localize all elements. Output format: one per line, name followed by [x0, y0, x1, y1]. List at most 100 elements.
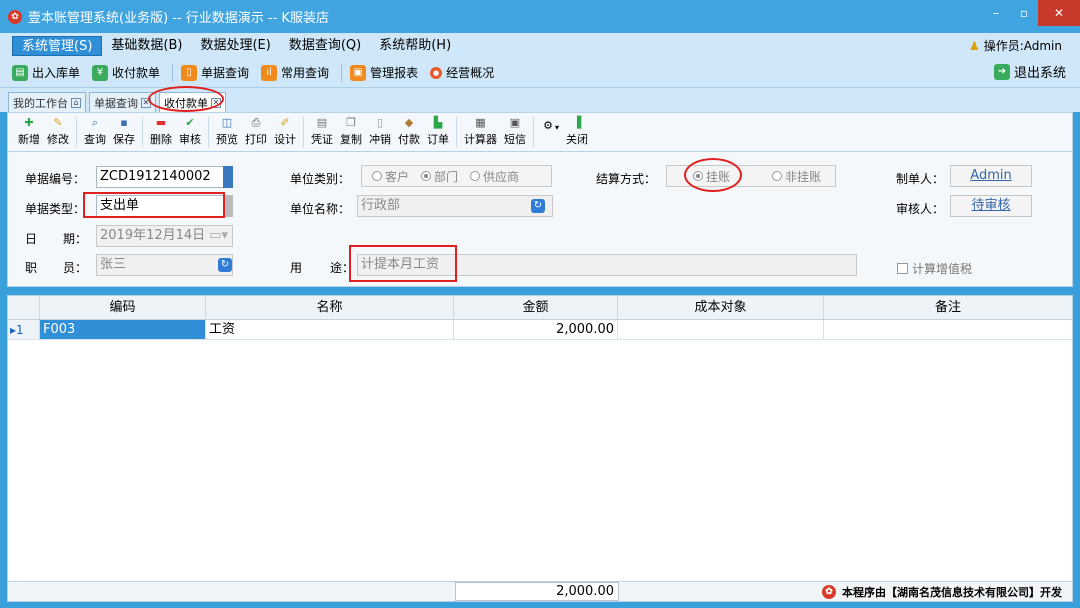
total-amount: 2,000.00	[455, 582, 619, 601]
maker-field[interactable]: Admin	[950, 165, 1032, 187]
radio-supplier[interactable]: 供应商	[470, 168, 519, 185]
tab-receipt-payment-label: 收付款单	[164, 96, 208, 110]
doc-query-icon: ▯	[181, 64, 198, 81]
copy-icon: ❐	[346, 116, 356, 129]
offset-button[interactable]: ▯ 冲销	[369, 117, 391, 147]
maximize-button[interactable]: ▫	[1010, 0, 1038, 26]
delete-button[interactable]: ▬ 删除	[150, 117, 172, 147]
cell-amount[interactable]: 2,000.00	[454, 320, 618, 339]
date-field[interactable]: 2019年12月14日 ▭▾	[96, 225, 233, 247]
tab-workbench[interactable]: 我的工作台 ⌂	[8, 92, 86, 112]
separator	[208, 117, 209, 147]
calculator-button[interactable]: ▦ 计算器	[464, 117, 497, 147]
separator	[76, 117, 77, 147]
menu-data-query[interactable]: 数据查询(Q)	[280, 36, 370, 56]
tab-doc-query[interactable]: 单据查询 ✕	[89, 92, 156, 112]
radio-on-account[interactable]: 挂账	[693, 168, 730, 185]
cell-cost-object[interactable]	[618, 320, 824, 339]
stock-doc-icon: ▤	[12, 64, 28, 81]
operator-label: 操作员:Admin	[983, 39, 1062, 53]
user-icon: ♟	[968, 38, 980, 53]
minimize-button[interactable]: –	[982, 0, 1010, 26]
quick-management-report[interactable]: ▣ 管理报表	[350, 64, 418, 81]
cell-code[interactable]: F003	[40, 320, 206, 339]
new-button[interactable]: ✚ 新增	[18, 117, 40, 147]
settlement-radio-group: 挂账 非挂账	[666, 165, 836, 187]
report-icon: ▣	[350, 64, 367, 81]
design-button[interactable]: ✐ 设计	[274, 117, 296, 147]
print-button[interactable]: ⎙ 打印	[245, 117, 267, 147]
order-button[interactable]: ▙ 订单	[427, 117, 449, 147]
close-tab-icon[interactable]: ✕	[141, 97, 151, 108]
column-header-cost-object[interactable]: 成本对象	[618, 296, 824, 319]
radio-customer[interactable]: 客户	[372, 168, 409, 185]
dropdown-button[interactable]	[223, 166, 233, 188]
separator	[142, 117, 143, 147]
tab-receipt-payment[interactable]: 收付款单 ✕	[159, 92, 226, 112]
save-icon: ▪	[120, 116, 128, 129]
radio-not-on-account[interactable]: 非挂账	[772, 168, 821, 185]
vat-checkbox[interactable]: 计算增值税	[897, 260, 972, 277]
exit-icon: ➜	[993, 63, 1010, 80]
quick-business-overview[interactable]: ● 经营概况	[430, 64, 494, 81]
preview-button[interactable]: ◫ 预览	[216, 117, 238, 147]
column-header-code[interactable]: 编码	[40, 296, 206, 319]
row-indicator: ▸1	[8, 320, 40, 339]
home-icon[interactable]: ⌂	[71, 97, 81, 108]
exit-system-label: 退出系统	[1013, 66, 1066, 81]
pay-button[interactable]: ◆ 付款	[398, 117, 420, 147]
more-options-button[interactable]: ⚙ ▾	[541, 120, 559, 134]
unit-name-field[interactable]: 行政部	[357, 195, 553, 217]
quick-stock-doc[interactable]: ▤ 出入库单	[12, 64, 80, 81]
auditor-field[interactable]: 待审核	[950, 195, 1032, 217]
menu-help[interactable]: 系统帮助(H)	[370, 36, 460, 56]
refresh-icon[interactable]: ↻	[531, 199, 545, 213]
refresh-icon[interactable]: ↻	[218, 258, 232, 272]
close-tab-icon[interactable]: ✕	[211, 97, 221, 108]
audit-button[interactable]: ✔ 审核	[179, 117, 201, 147]
column-header-name[interactable]: 名称	[206, 296, 454, 319]
overview-icon: ●	[430, 66, 443, 79]
menu-basic-data[interactable]: 基础数据(B)	[102, 36, 191, 56]
doc-type-value: 支出单	[100, 198, 140, 213]
doc-no-label: 单据编号：	[25, 172, 86, 186]
staff-field[interactable]: 张三	[96, 254, 233, 276]
cell-note[interactable]	[824, 320, 1072, 339]
sms-button[interactable]: ▣ 短信	[504, 117, 526, 147]
column-header-amount[interactable]: 金额	[454, 296, 618, 319]
separator	[533, 117, 534, 147]
menu-system[interactable]: 系统管理(S)	[12, 35, 103, 56]
tab-workbench-label: 我的工作台	[13, 96, 68, 110]
preview-icon: ◫	[221, 116, 233, 129]
quick-common-query[interactable]: ıl 常用查询	[261, 64, 329, 81]
save-button[interactable]: ▪ 保存	[113, 117, 135, 147]
doc-type-label: 单据类型：	[25, 202, 86, 216]
edit-button[interactable]: ✎ 修改	[47, 117, 69, 147]
quick-launch-bar: ▤ 出入库单 ¥ 收付款单 ▯ 单据查询 ıl 常用查询 ▣ 管理报表 ● 经营…	[0, 58, 1080, 88]
copy-button[interactable]: ❐ 复制	[340, 117, 362, 147]
dropdown-button[interactable]	[223, 195, 233, 217]
settlement-label: 结算方式：	[596, 172, 657, 186]
copy-label: 复制	[340, 133, 362, 146]
quick-receipt-payment[interactable]: ¥ 收付款单	[92, 64, 160, 81]
quick-doc-query[interactable]: ▯ 单据查询	[181, 64, 249, 81]
developer-credit: ✿ 本程序由【湖南名茂信息技术有限公司】开发	[822, 584, 1062, 600]
table-row[interactable]: ▸1 F003 工资 2,000.00	[8, 320, 1072, 340]
radio-circle	[372, 171, 382, 181]
doc-no-field[interactable]: ZCD1912140002	[96, 166, 233, 188]
unit-category-radio-group: 客户 部门 供应商	[361, 165, 552, 187]
query-button[interactable]: ⌕ 查询	[84, 117, 106, 147]
voucher-button[interactable]: ▤ 凭证	[311, 117, 333, 147]
close-window-button[interactable]: ✕	[1038, 0, 1080, 26]
purpose-field[interactable]: 计提本月工资	[357, 254, 857, 276]
column-header-note[interactable]: 备注	[824, 296, 1072, 319]
cell-name[interactable]: 工资	[206, 320, 454, 339]
menu-data-processing[interactable]: 数据处理(E)	[191, 36, 279, 56]
preview-label: 预览	[216, 133, 238, 146]
exit-system-button[interactable]: ➜ 退出系统	[993, 62, 1066, 81]
checkbox-box	[897, 263, 908, 274]
close-button[interactable]: ▐ 关闭	[566, 117, 588, 147]
document-toolbar: ✚ 新增 ✎ 修改 ⌕ 查询 ▪ 保存 ▬ 删除 ✔ 审核 ◫ 预览 ⎙ 打印 ✐ 设计 ▤ 凭证 …	[7, 112, 1073, 152]
doc-type-select[interactable]: 支出单	[96, 195, 233, 217]
radio-department[interactable]: 部门	[421, 168, 458, 185]
